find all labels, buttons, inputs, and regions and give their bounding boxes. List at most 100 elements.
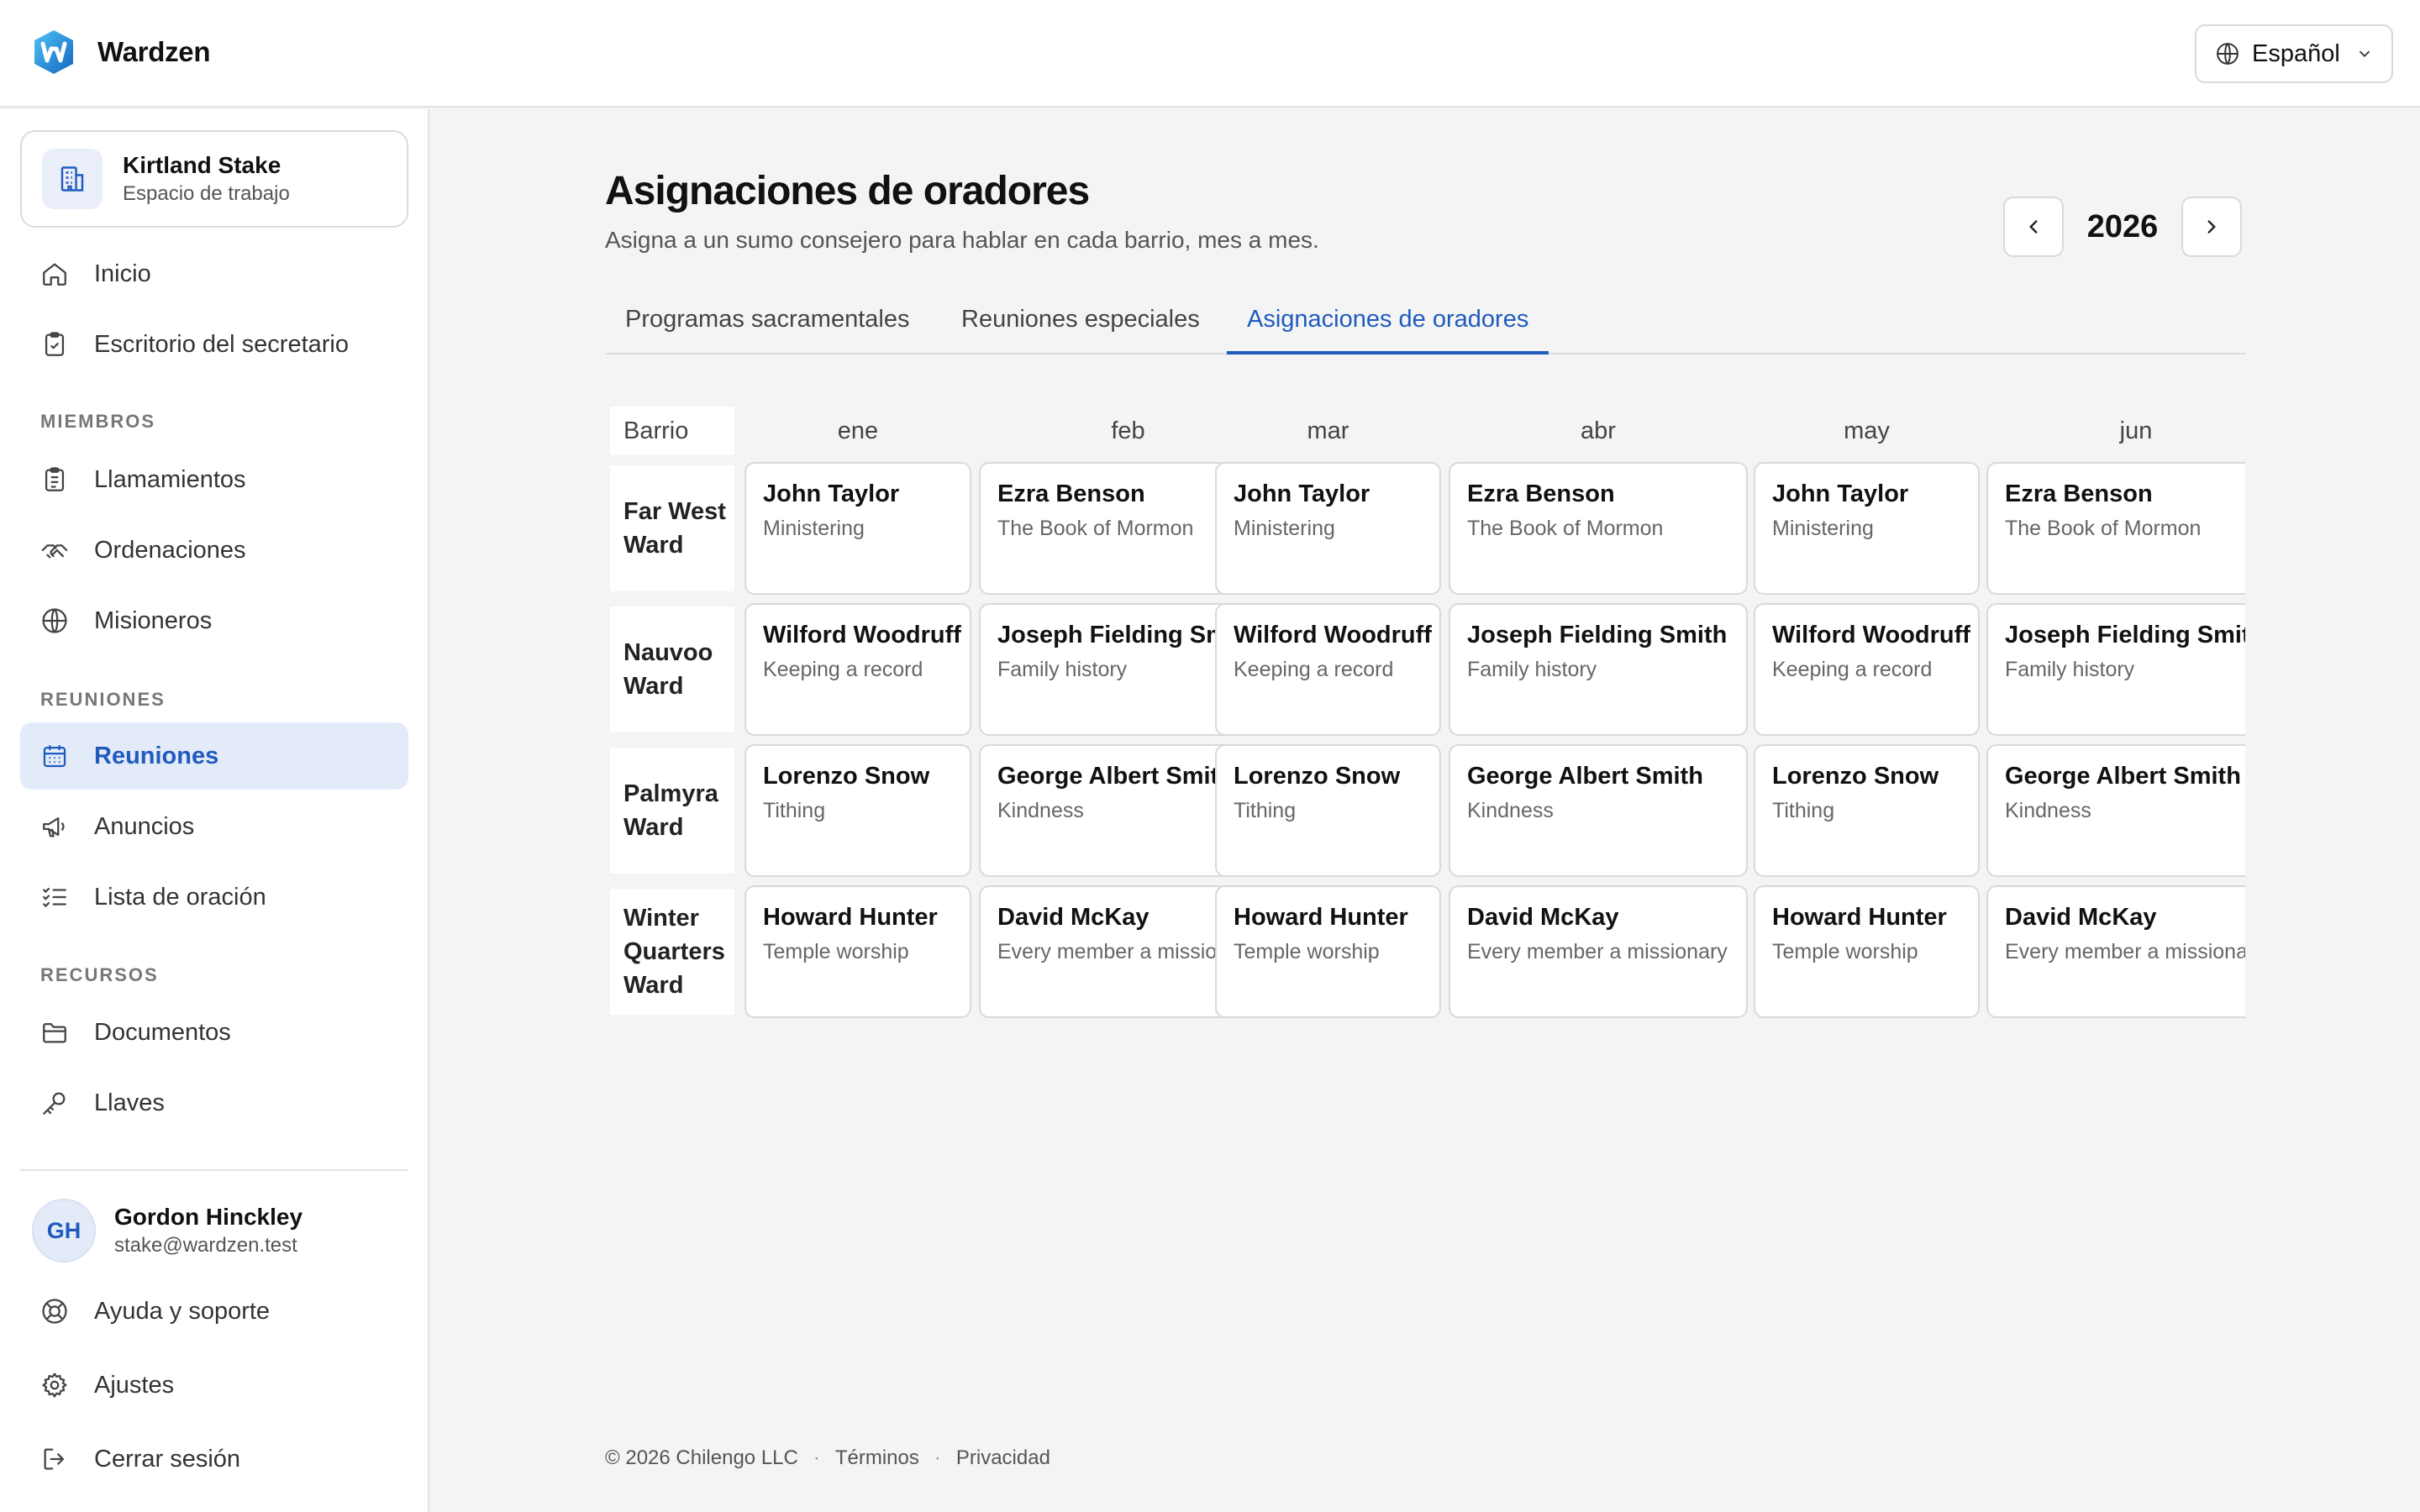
- speaker-name: John Taylor: [1772, 480, 1909, 507]
- sidebar-item-llamamientos[interactable]: Llamamientos: [20, 446, 408, 513]
- speaker-topic: Family history: [1467, 658, 1597, 681]
- globe-icon: [42, 608, 67, 633]
- brand[interactable]: Wardzen: [32, 29, 210, 76]
- speaker-name: Wilford Woodruff: [1772, 622, 1970, 648]
- language-selector[interactable]: Español: [2195, 24, 2393, 83]
- sidebar-item-label: Inicio: [94, 260, 151, 287]
- handshake-icon: [41, 544, 68, 559]
- speaker-topic: Temple worship: [1234, 940, 1380, 963]
- column-header-month: mar: [1307, 417, 1349, 444]
- assignment-cell[interactable]: George Albert Smith Kindness: [1986, 744, 2245, 877]
- speaker-name: David McKay: [2005, 904, 2157, 931]
- speaker-topic: Tithing: [1772, 799, 1835, 822]
- speaker-topic: Every member a missionary: [1467, 940, 1728, 963]
- terms-link[interactable]: Términos: [835, 1446, 919, 1470]
- assignment-cell[interactable]: Ezra Benson The Book of Mormon: [1449, 462, 1748, 595]
- sidebar-item-label: Cerrar sesión: [94, 1445, 241, 1473]
- sidebar-item-reuniones[interactable]: Reuniones: [20, 722, 408, 790]
- speaker-topic: Kindness: [1467, 799, 1554, 822]
- sidebar-item-anuncios[interactable]: Anuncios: [20, 793, 408, 860]
- tab-programas-sacramentales[interactable]: Programas sacramentales: [605, 302, 929, 354]
- assignment-cell[interactable]: Lorenzo Snow Tithing: [744, 744, 971, 877]
- sidebar-item-cerrar-sesion[interactable]: Cerrar sesión: [20, 1425, 408, 1493]
- assignment-cell[interactable]: Lorenzo Snow Tithing: [1754, 744, 1980, 877]
- assignment-cell[interactable]: John Taylor Ministering: [744, 462, 971, 595]
- speaker-name: Howard Hunter: [763, 904, 938, 931]
- assignment-cell[interactable]: Joseph Fielding Smith Family history: [1449, 603, 1748, 736]
- footer-separator: ·: [934, 1446, 941, 1469]
- assignment-cell[interactable]: David McKay Every member a missionary: [1449, 885, 1748, 1018]
- previous-year-button[interactable]: [2003, 197, 2064, 257]
- sidebar-divider: [20, 1169, 408, 1171]
- speaker-name: Ezra Benson: [2005, 480, 2153, 507]
- top-bar: Wardzen Español: [0, 0, 2420, 108]
- year-navigator: 2026: [2003, 197, 2242, 257]
- assignment-cell[interactable]: Lorenzo Snow Tithing: [1215, 744, 1441, 877]
- sidebar: Kirtland Stake Espacio de trabajo Inicio…: [0, 109, 429, 1512]
- assignment-cell[interactable]: Howard Hunter Temple worship: [1754, 885, 1980, 1018]
- row-header-ward: Nauvoo Ward: [610, 606, 734, 732]
- tab-reuniones-especiales[interactable]: Reuniones especiales: [941, 302, 1220, 354]
- assignment-cell[interactable]: Wilford Woodruff Keeping a record: [744, 603, 971, 736]
- section-header-miembros: MIEMBROS: [40, 411, 155, 432]
- assignment-cell[interactable]: Joseph Fielding Smith Family history: [1986, 603, 2245, 736]
- speaker-name: Howard Hunter: [1772, 904, 1947, 931]
- tab-bar: Programas sacramentales Reuniones especi…: [605, 302, 2245, 354]
- speaker-topic: Temple worship: [1772, 940, 1918, 963]
- speaker-name: John Taylor: [1234, 480, 1370, 507]
- sidebar-item-label: Ayuda y soporte: [94, 1297, 271, 1325]
- speaker-topic: Tithing: [763, 799, 826, 822]
- assignment-cell[interactable]: George Albert Smith Kindness: [1449, 744, 1748, 877]
- sidebar-item-documentos[interactable]: Documentos: [20, 999, 408, 1066]
- clipboard-check-icon: [45, 332, 65, 356]
- assignment-cell[interactable]: Wilford Woodruff Keeping a record: [1215, 603, 1441, 736]
- sidebar-item-lista-de-oracion[interactable]: Lista de oración: [20, 864, 408, 931]
- column-header-barrio: Barrio: [610, 407, 734, 455]
- sidebar-item-ajustes[interactable]: Ajustes: [20, 1352, 408, 1419]
- user-profile[interactable]: GH Gordon Hinckley stake@wardzen.test: [32, 1199, 302, 1263]
- speaker-name: Lorenzo Snow: [1772, 763, 1939, 790]
- assignment-cell[interactable]: Wilford Woodruff Keeping a record: [1754, 603, 1980, 736]
- gear-icon: [42, 1373, 67, 1398]
- home-icon: [43, 263, 66, 286]
- footer: © 2026 Chilengo LLC · Términos · Privaci…: [605, 1446, 1050, 1470]
- assignment-cell[interactable]: John Taylor Ministering: [1215, 462, 1441, 595]
- speaker-name: Wilford Woodruff: [763, 622, 961, 648]
- assignment-cell[interactable]: Ezra Benson The Book of Mormon: [1986, 462, 2245, 595]
- sidebar-item-label: Documentos: [94, 1018, 231, 1046]
- speaker-name: Ezra Benson: [1467, 480, 1615, 507]
- privacy-link[interactable]: Privacidad: [956, 1446, 1050, 1470]
- row-header-ward: Palmyra Ward: [610, 748, 734, 874]
- speaker-name: John Taylor: [763, 480, 900, 507]
- assignment-cell[interactable]: Howard Hunter Temple worship: [744, 885, 971, 1018]
- sidebar-item-label: Anuncios: [94, 812, 195, 840]
- sidebar-item-misioneros[interactable]: Misioneros: [20, 587, 408, 654]
- sidebar-item-ordenaciones[interactable]: Ordenaciones: [20, 517, 408, 584]
- lifebuoy-icon: [42, 1299, 67, 1324]
- assignment-cell[interactable]: John Taylor Ministering: [1754, 462, 1980, 595]
- sidebar-item-llaves[interactable]: Llaves: [20, 1069, 408, 1137]
- tab-asignaciones-de-oradores[interactable]: Asignaciones de oradores: [1227, 302, 1549, 354]
- sidebar-item-inicio[interactable]: Inicio: [20, 240, 408, 307]
- speaker-name: Joseph Fielding Smith: [1467, 622, 1728, 648]
- user-name: Gordon Hinckley: [114, 1204, 303, 1230]
- sidebar-item-escritorio[interactable]: Escritorio del secretario: [20, 311, 408, 378]
- sidebar-item-label: Ajustes: [94, 1371, 175, 1399]
- next-year-button[interactable]: [2181, 197, 2242, 257]
- speaker-topic: Ministering: [1234, 517, 1335, 540]
- speaker-topic: Ministering: [1772, 517, 1874, 540]
- speaker-topic: Keeping a record: [763, 658, 923, 681]
- workspace-subtitle: Espacio de trabajo: [123, 182, 290, 205]
- assignment-cell[interactable]: David McKay Every member a missionary: [1986, 885, 2245, 1018]
- speaker-topic: The Book of Mormon: [2005, 517, 2202, 540]
- speaker-name: Joseph Fielding Smith: [2005, 622, 2245, 648]
- column-header-month: ene: [837, 417, 879, 444]
- chevron-left-icon: [2029, 220, 2038, 234]
- row-header-ward: Winter Quarters Ward: [610, 889, 734, 1015]
- column-header-month: may: [1844, 417, 1890, 444]
- sidebar-item-ayuda[interactable]: Ayuda y soporte: [20, 1278, 408, 1345]
- workspace-switcher[interactable]: Kirtland Stake Espacio de trabajo: [20, 130, 408, 228]
- assignment-cell[interactable]: Howard Hunter Temple worship: [1215, 885, 1441, 1018]
- speaker-topic: The Book of Mormon: [1467, 517, 1664, 540]
- footer-separator: ·: [813, 1446, 820, 1469]
